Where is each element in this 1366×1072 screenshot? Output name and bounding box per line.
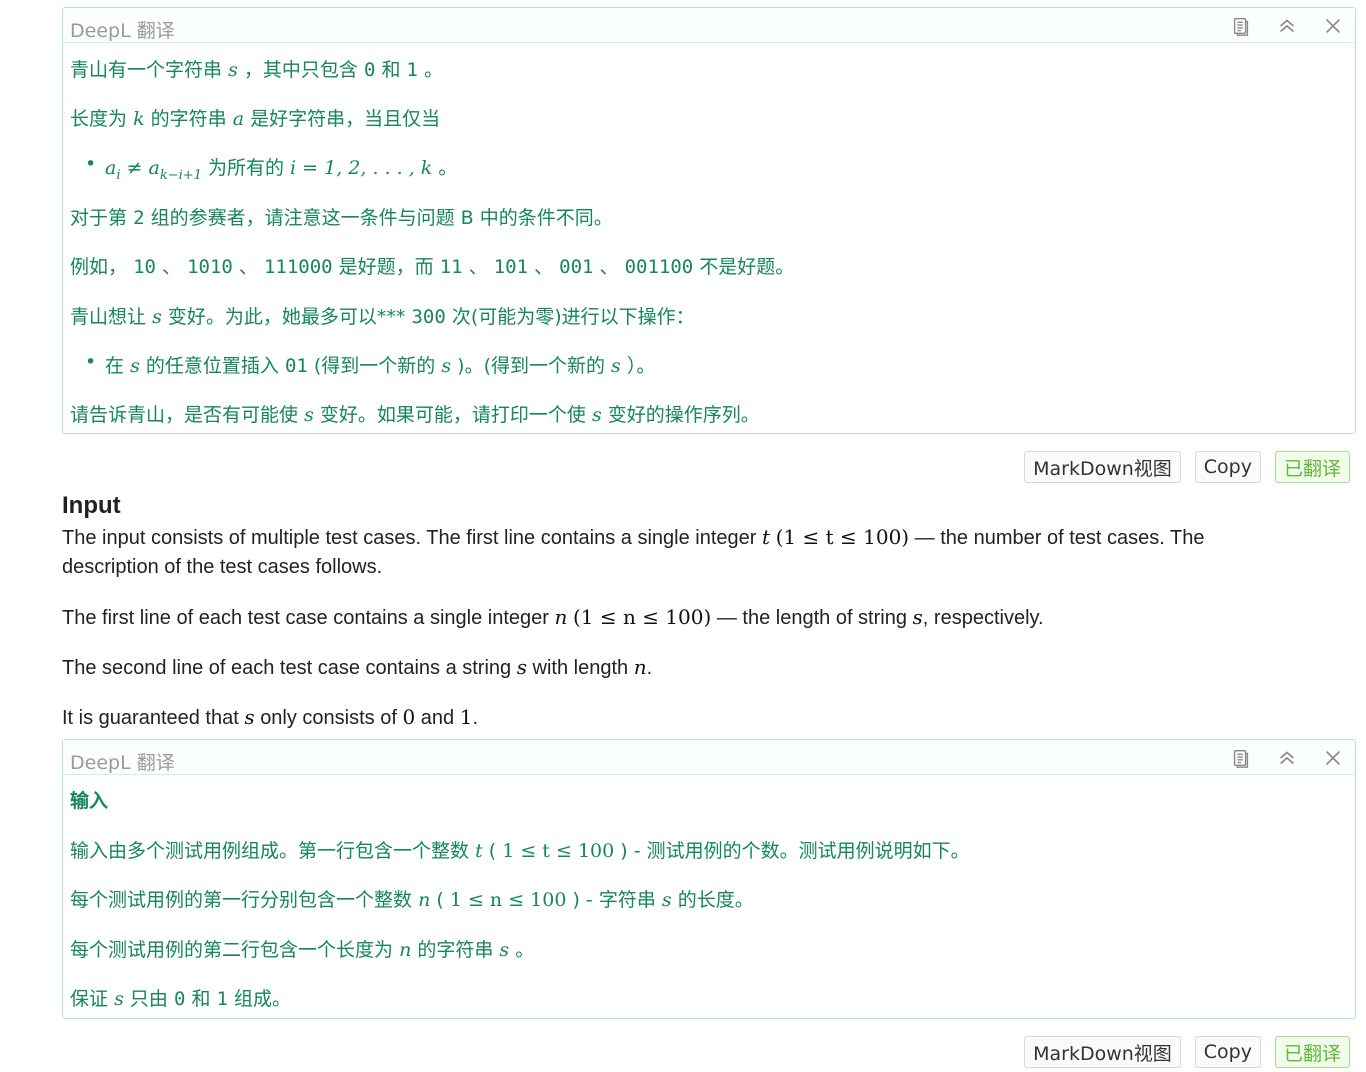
- deepl-panel-header: DeepL 翻译: [63, 740, 1355, 775]
- text-line: 保证 s 只由 0 和 1 组成。: [70, 988, 292, 1010]
- panel-heading: 输入: [70, 790, 109, 812]
- input-paragraph-4: It is guaranteed that s only consists of…: [62, 705, 479, 729]
- text-line: 请告诉青山，是否有可能使 s 变好。如果可能，请打印一个使 s 变好的操作序列。: [70, 404, 760, 426]
- text-line: 青山有一个字符串 s ，其中只包含 0 和 1 。: [70, 59, 444, 81]
- input-paragraph-3: The second line of each test case contai…: [62, 655, 653, 679]
- copy-icon[interactable]: [1229, 14, 1253, 38]
- close-icon[interactable]: [1321, 14, 1345, 38]
- panel-title: DeepL 翻译: [70, 20, 175, 42]
- text-line: 例如， 10 、 1010 、 111000 是好题，而 11 、 101 、 …: [70, 256, 795, 278]
- close-icon[interactable]: [1321, 746, 1345, 770]
- panel-2-actions: MarkDown视图 Copy 已翻译: [1024, 1036, 1350, 1068]
- collapse-icon[interactable]: [1275, 14, 1299, 38]
- deepl-panel-1: DeepL 翻译 青山有一个字符串 s ，其中只包含 0 和 1 。 长度为 k…: [62, 7, 1356, 434]
- section-title: Input: [62, 492, 121, 519]
- input-paragraph-1: The input consists of multiple test case…: [62, 525, 1205, 578]
- bullet-item: ai ≠ ak−i+1 为所有的 i = 1, 2, . . . , k 。: [85, 153, 457, 183]
- markdown-view-button[interactable]: MarkDown视图: [1024, 1036, 1181, 1068]
- input-paragraph-2: The first line of each test case contain…: [62, 605, 1044, 629]
- text-line: 输入由多个测试用例组成。第一行包含一个整数 t ( 1 ≤ t ≤ 100 ) …: [70, 840, 970, 862]
- collapse-icon[interactable]: [1275, 746, 1299, 770]
- copy-button[interactable]: Copy: [1194, 451, 1261, 483]
- text-line: 每个测试用例的第一行分别包含一个整数 n ( 1 ≤ n ≤ 100 ) - 字…: [70, 889, 754, 911]
- markdown-view-button[interactable]: MarkDown视图: [1024, 451, 1181, 483]
- deepl-panel-header: DeepL 翻译: [63, 8, 1355, 43]
- text-line: 长度为 k 的字符串 a 是好字符串，当且仅当: [70, 108, 441, 130]
- deepl-panel-2: DeepL 翻译 输入 输入由多个测试用例组成。第一行包含一个整数 t ( 1 …: [62, 739, 1356, 1019]
- panel-1-actions: MarkDown视图 Copy 已翻译: [1024, 451, 1350, 483]
- copy-icon[interactable]: [1229, 746, 1253, 770]
- text-line: 每个测试用例的第二行包含一个长度为 n 的字符串 s 。: [70, 939, 535, 961]
- text-line: 青山想让 s 变好。为此，她最多可以*** 300 次(可能为零)进行以下操作：: [70, 306, 695, 328]
- translated-button[interactable]: 已翻译: [1274, 1036, 1350, 1068]
- bullet-item: 在 s 的任意位置插入 01 (得到一个新的 s )。(得到一个新的 s ）。: [85, 351, 655, 378]
- copy-button[interactable]: Copy: [1194, 1036, 1261, 1068]
- panel-title: DeepL 翻译: [70, 752, 175, 774]
- text-line: 对于第 2 组的参赛者，请注意这一条件与问题 B 中的条件不同。: [70, 207, 613, 229]
- translated-button[interactable]: 已翻译: [1274, 451, 1350, 483]
